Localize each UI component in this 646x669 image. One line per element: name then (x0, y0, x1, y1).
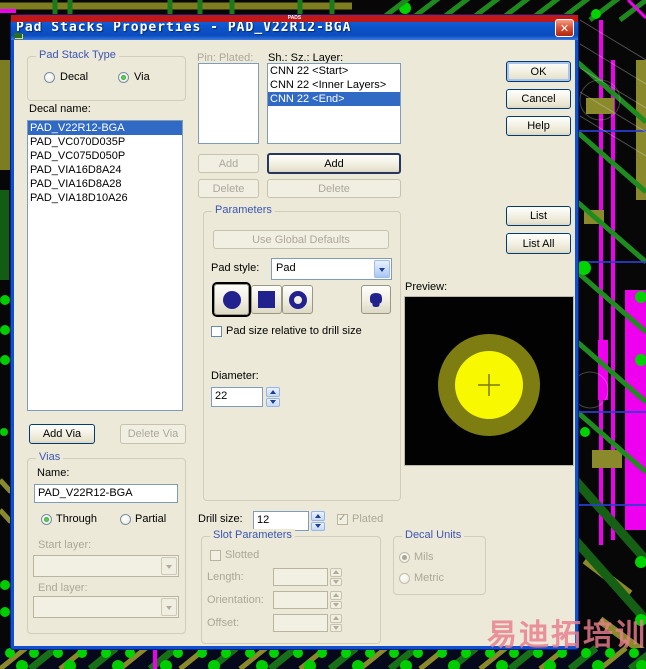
delete-via-button[interactable]: Delete Via (120, 424, 186, 444)
list-button[interactable]: List (506, 206, 571, 226)
list-item[interactable]: PAD_VC075D050P (28, 149, 182, 163)
chevron-down-icon (161, 557, 177, 575)
slotted-checkbox (210, 550, 221, 561)
start-layer-select (33, 555, 179, 577)
vias-group-label: Vias (36, 451, 64, 463)
chevron-down-icon (374, 260, 390, 278)
spin-up-icon[interactable] (311, 511, 325, 521)
screen: PADS Pad Stacks Properties - PAD_V22R12-… (0, 0, 646, 669)
diameter-label: Diameter: (211, 370, 259, 382)
pad-size-relative-checkbox[interactable] (211, 326, 222, 337)
list-all-button[interactable]: List All (506, 233, 571, 254)
mils-radio-label: Mils (414, 551, 434, 563)
list-item[interactable]: PAD_VIA18D10A26 (28, 191, 182, 205)
chevron-down-icon (161, 598, 177, 616)
via-name-input[interactable]: PAD_V22R12-BGA (34, 484, 178, 503)
list-item[interactable]: PAD_VC070D035P (28, 135, 182, 149)
layer-delete-button[interactable]: Delete (267, 179, 401, 198)
offset-stepper (330, 614, 342, 632)
pad-style-value: Pad (276, 262, 296, 274)
pin-listbox[interactable] (198, 63, 259, 144)
end-layer-label: End layer: (38, 582, 88, 594)
layer-listbox[interactable]: CNN 22 <Start> CNN 22 <Inner Layers> CNN… (267, 63, 401, 144)
orientation-label: Orientation: (207, 594, 264, 606)
window-title: Pad Stacks Properties - PAD_V22R12-BGA (16, 20, 352, 35)
length-stepper (330, 568, 342, 586)
add-via-button[interactable]: Add Via (29, 424, 95, 444)
plated-checkbox (337, 513, 348, 525)
pad-shape-circle-button[interactable] (214, 284, 249, 315)
list-item[interactable]: PAD_VIA16D8A28 (28, 177, 182, 191)
pad-preview-graphic (438, 334, 540, 436)
metric-radio (399, 573, 410, 584)
orientation-input (273, 591, 328, 609)
pad-shape-square-button[interactable] (251, 285, 282, 314)
list-item[interactable]: PAD_VIA16D8A24 (28, 163, 182, 177)
layer-add-button[interactable]: Add (267, 153, 401, 174)
pad-stacks-properties-dialog: PADS Pad Stacks Properties - PAD_V22R12-… (11, 15, 578, 649)
title-bar[interactable]: PADS Pad Stacks Properties - PAD_V22R12-… (11, 15, 578, 40)
pad-stack-type-label: Pad Stack Type (36, 49, 119, 61)
offset-label: Offset: (207, 617, 240, 629)
annular-pad-icon (288, 290, 307, 309)
pad-style-label: Pad style: (211, 262, 260, 274)
partial-radio-label[interactable]: Partial (135, 513, 166, 525)
slotted-label: Slotted (225, 549, 260, 561)
list-item[interactable]: CNN 22 <End> (268, 92, 400, 106)
list-item[interactable]: CNN 22 <Start> (268, 64, 400, 78)
list-item[interactable]: PAD_V22R12-BGA (28, 121, 182, 135)
list-item[interactable]: CNN 22 <Inner Layers> (268, 78, 400, 92)
pad-shape-odd-button[interactable] (361, 285, 391, 314)
ok-button[interactable]: OK (506, 61, 571, 82)
decal-units-label: Decal Units (402, 529, 465, 541)
decal-name-label: Decal name: (29, 103, 91, 115)
end-layer-select (33, 596, 179, 618)
spin-up-icon[interactable] (266, 387, 280, 397)
help-button[interactable]: Help (506, 116, 571, 136)
diameter-stepper[interactable] (266, 387, 280, 407)
use-global-defaults-button[interactable]: Use Global Defaults (213, 230, 389, 249)
circle-pad-icon (222, 290, 241, 309)
decal-radio-label[interactable]: Decal (60, 71, 88, 83)
pad-size-relative-label[interactable]: Pad size relative to drill size (226, 325, 362, 337)
pin-delete-button[interactable]: Delete (198, 179, 259, 198)
length-label: Length: (207, 571, 244, 583)
pad-shape-annular-button[interactable] (282, 285, 313, 314)
slot-parameters-label: Slot Parameters (210, 529, 295, 541)
drill-size-label: Drill size: (198, 513, 243, 525)
diameter-input[interactable]: 22 (211, 387, 263, 407)
drill-size-stepper[interactable] (311, 511, 325, 531)
drill-size-input[interactable]: 12 (253, 511, 309, 531)
square-pad-icon (258, 291, 275, 308)
close-icon[interactable]: ✕ (555, 19, 574, 37)
decal-name-listbox[interactable]: PAD_V22R12-BGA PAD_VC070D035P PAD_VC075D… (27, 120, 183, 411)
via-radio[interactable] (118, 72, 129, 83)
dialog-body: Pad Stack Type Decal Via Decal name: PAD… (14, 40, 575, 646)
through-radio[interactable] (41, 514, 52, 525)
cancel-button[interactable]: Cancel (506, 89, 571, 109)
via-radio-label[interactable]: Via (134, 71, 150, 83)
decal-units-group: Decal Units (393, 529, 486, 595)
start-layer-label: Start layer: (38, 539, 92, 551)
decal-radio[interactable] (44, 72, 55, 83)
pad-style-select[interactable]: Pad (271, 258, 392, 280)
via-name-label: Name: (37, 467, 70, 479)
metric-radio-label: Metric (414, 572, 444, 584)
pin-add-button[interactable]: Add (198, 154, 259, 173)
orientation-stepper (330, 591, 342, 609)
through-radio-label[interactable]: Through (56, 513, 97, 525)
odd-pad-icon (370, 292, 382, 307)
preview-label: Preview: (405, 281, 448, 293)
offset-input (273, 614, 328, 632)
mils-radio (399, 552, 410, 563)
pad-preview (404, 296, 574, 466)
plated-label: Plated (352, 513, 384, 525)
length-input (273, 568, 328, 586)
parameters-group-label: Parameters (212, 204, 275, 216)
parameters-group: Parameters (203, 204, 401, 501)
spin-down-icon[interactable] (311, 521, 325, 531)
spin-down-icon[interactable] (266, 397, 280, 407)
partial-radio[interactable] (120, 514, 131, 525)
